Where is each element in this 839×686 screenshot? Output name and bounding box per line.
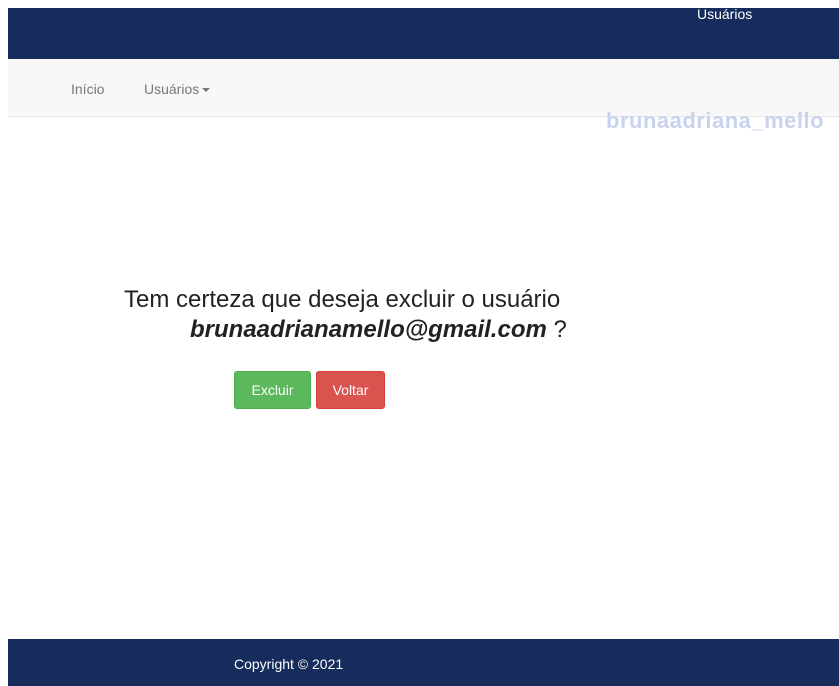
confirm-suffix: ? [546,316,567,343]
confirm-email: brunaadrianamello@gmail.com [190,316,547,343]
voltar-button[interactable]: Voltar [316,371,385,409]
header-title: Usuários [697,6,753,22]
confirm-email-line: brunaadrianamello@gmail.com ? [190,316,567,344]
footer-copyright: Copyright © 2021 [234,656,344,672]
nav-item-usuarios-label: Usuários [144,81,200,97]
footer: Copyright © 2021 [8,639,839,686]
caret-down-icon [202,88,211,93]
top-header: Usuários [8,6,839,59]
confirm-question: Tem certeza que deseja excluir o usuário [124,286,561,313]
excluir-button[interactable]: Excluir [234,371,311,409]
page: Usuários Início Usuários brunaadriana_me… [0,0,839,686]
nav-item-inicio[interactable]: Início [71,81,104,97]
ghost-overlay-text: brunaadriana_mello [606,108,825,133]
nav-item-usuarios[interactable]: Usuários [144,81,211,97]
